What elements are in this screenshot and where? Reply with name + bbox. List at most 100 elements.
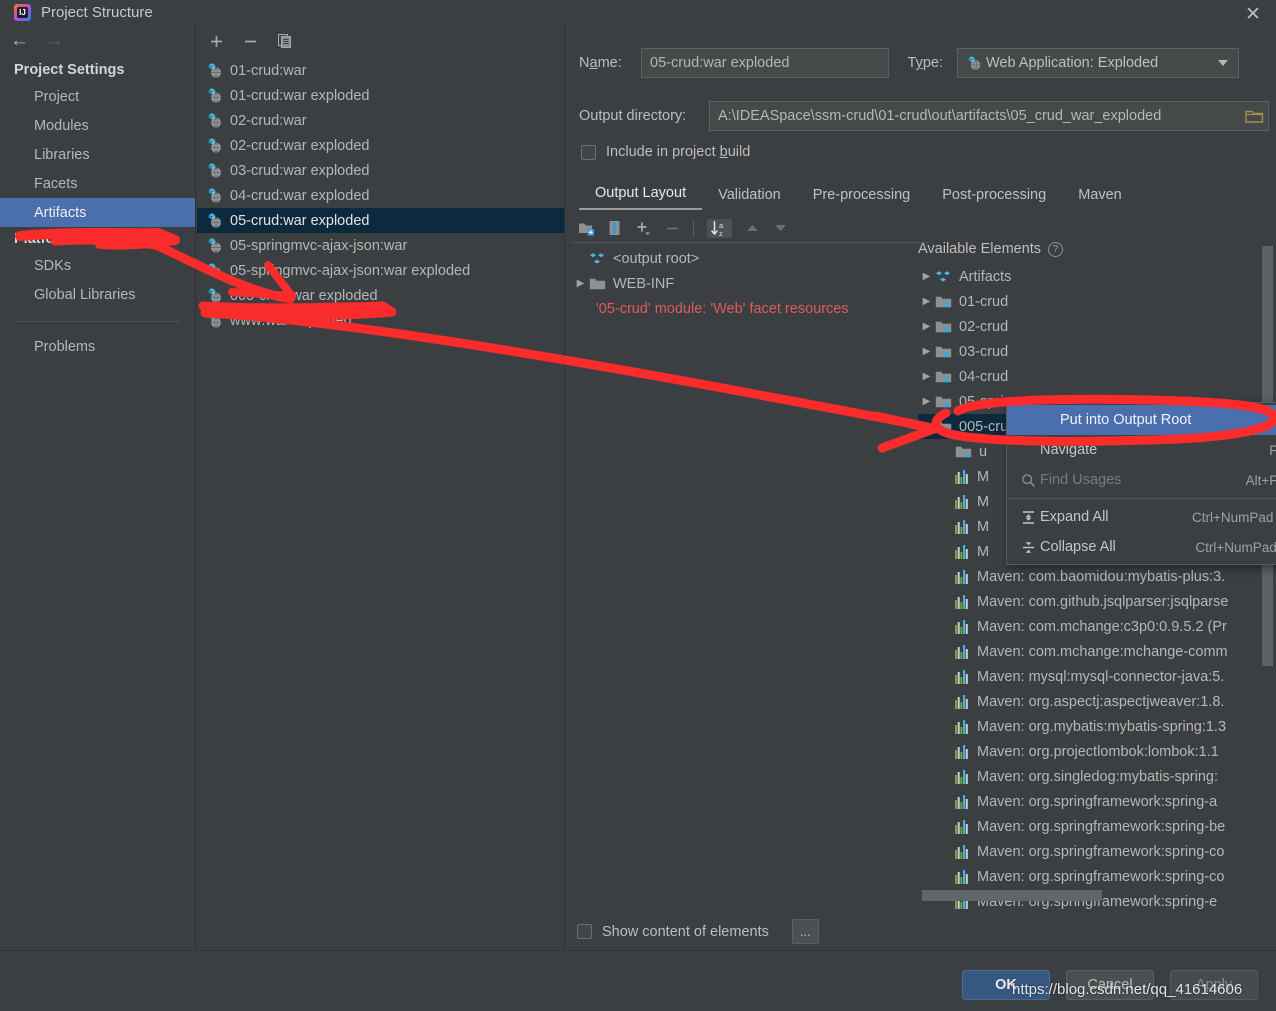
artifact-list-item[interactable]: 01-crud:war exploded [197,83,564,108]
available-tree-row[interactable]: ▶ Maven: com.github.jsqlparser:jsqlparse [918,589,1276,614]
chevron-right-icon[interactable]: ▶ [572,278,589,289]
sidebar-item-project[interactable]: Project [0,82,195,111]
artifact-list-item[interactable]: 05-springmvc-ajax-json:war [197,233,564,258]
move-up-icon[interactable] [745,222,760,234]
artifact-list-item[interactable]: 04-crud:war exploded [197,183,564,208]
artifacts-list[interactable]: 01-crud:war 01-crud:war exploded 02-crud:w… [197,58,564,333]
available-tree-row[interactable]: ▶ Maven: com.mchange:mchange-comm [918,639,1276,664]
chevron-right-icon[interactable]: ▶ [918,371,935,382]
output-tree-row[interactable]: ▶ '05-crud' module: 'Web' facet resources [572,296,928,321]
menu-item-expand-all[interactable]: Expand All Ctrl+NumPad + [1007,502,1276,532]
available-tree-row[interactable]: ▶ Maven: org.springframework:spring-co [918,864,1276,889]
artifact-list-item[interactable]: 005-crud:war exploded [197,283,564,308]
chevron-right-icon[interactable]: ▶ [918,271,935,282]
minus-icon[interactable] [243,34,258,49]
arrow-left-icon[interactable]: ← [10,30,29,52]
chevron-right-icon[interactable]: ▶ [918,396,935,407]
chevron-right-icon[interactable]: ▶ [918,346,935,357]
sidebar-item-modules[interactable]: Modules [0,111,195,140]
sidebar-item-sdks[interactable]: SDKs [0,251,195,280]
menu-item-label: Collapse All [1040,539,1116,555]
available-tree-row[interactable]: ▶ Maven: org.aspectj:aspectjweaver:1.8. [918,689,1276,714]
maven-icon [955,744,970,759]
available-tree-row[interactable]: ▶ Maven: org.projectlombok:lombok:1.1 [918,739,1276,764]
help-circle-icon[interactable]: ? [1048,241,1064,257]
more-options-button[interactable]: ... [791,919,819,944]
artifact-label: 05-crud:war exploded [230,212,370,229]
available-tree-row[interactable]: ▶ 01-crud [918,289,1276,314]
web-application-icon [206,237,223,254]
output-directory-input[interactable]: A:\IDEASpace\ssm-crud\01-crud\out\artifa… [709,101,1269,131]
tab-maven[interactable]: Maven [1062,183,1138,210]
artifact-list-item[interactable]: 05-crud:war exploded [197,208,564,233]
add-copy-icon[interactable] [635,220,652,236]
maven-icon [955,544,970,559]
detail-tabs[interactable]: Output Layout Validation Pre-processing Pos… [579,178,1276,210]
available-tree-row[interactable]: ▶ Maven: mysql:mysql-connector-java:5. [918,664,1276,689]
plus-icon[interactable] [209,34,224,49]
sidebar-item-artifacts[interactable]: Artifacts [0,198,195,227]
available-tree-row[interactable]: ▶ Maven: com.baomidou:mybatis-plus:3. [918,564,1276,589]
available-tree-row[interactable]: ▶ 04-crud [918,364,1276,389]
available-tree-row[interactable]: ▶ Maven: org.springframework:spring-a [918,789,1276,814]
include-in-build-checkbox[interactable] [581,144,596,160]
tab-pre-processing[interactable]: Pre-processing [797,183,927,210]
artifact-list-item[interactable]: www:war exploded [197,308,564,333]
sidebar-item-libraries[interactable]: Libraries [0,140,195,169]
include-in-build-row[interactable]: Include in project build [581,144,750,160]
chevron-right-icon[interactable]: ▶ [918,321,935,332]
output-tree-row[interactable]: ▶ <output root> [572,246,928,271]
menu-item-put-into-output-root[interactable]: Put into Output Root [1007,405,1276,435]
chevron-right-icon[interactable]: ▶ [918,296,935,307]
show-content-label: Show content of elements [602,923,769,940]
available-tree-row[interactable]: ▶ 02-crud [918,314,1276,339]
available-tree-row[interactable]: ▶ Maven: org.springframework:spring-be [918,814,1276,839]
available-tree-row[interactable]: ▶ Maven: org.singledog:mybatis-spring: [918,764,1276,789]
show-content-row[interactable]: Show content of elements ... [577,919,819,944]
tree-spacer: ▶ [572,253,589,264]
tab-validation[interactable]: Validation [702,183,797,210]
menu-item-find-usages[interactable]: Find Usages Alt+F7 [1007,465,1276,495]
available-tree-row[interactable]: ▶ Artifacts [918,264,1276,289]
artifact-list-item[interactable]: 05-springmvc-ajax-json:war exploded [197,258,564,283]
folder-icon [589,277,606,291]
tab-output-layout[interactable]: Output Layout [579,181,703,210]
sidebar-item-label: Artifacts [34,204,87,221]
available-elements-tree[interactable]: ▶ Artifacts ▶ 01-crud ▶ 02-crud ▶ 03-crud ▶ 04-cr… [918,264,1276,919]
copy-icon[interactable] [277,33,293,49]
tree-spacer: ▶ [938,796,955,807]
menu-separator [1008,498,1276,499]
menu-item-collapse-all[interactable]: Collapse All Ctrl+NumPad - [1007,532,1276,562]
artifact-list-item[interactable]: 01-crud:war [197,58,564,83]
available-tree-label: u [979,443,988,460]
tab-post-processing[interactable]: Post-processing [926,183,1062,210]
available-tree-row[interactable]: ▶ Maven: org.springframework:spring-co [918,839,1276,864]
sort-az-icon[interactable]: a z [707,218,732,238]
remove-icon[interactable] [665,221,680,236]
type-select[interactable]: Web Application: Exploded [957,48,1239,78]
sidebar-item-problems[interactable]: Problems [0,332,195,361]
context-menu[interactable]: Put into Output Root Navigate F4 Find Usage… [1006,402,1276,565]
move-down-icon[interactable] [773,222,788,234]
menu-item-navigate[interactable]: Navigate F4 [1007,435,1276,465]
available-tree-row[interactable]: ▶ Maven: com.mchange:c3p0:0.9.5.2 (Pr [918,614,1276,639]
sidebar-item-global-libraries[interactable]: Global Libraries [0,280,195,309]
sidebar-item-facets[interactable]: Facets [0,169,195,198]
artifact-list-item[interactable]: 03-crud:war exploded [197,158,564,183]
output-tree-row[interactable]: ▶ WEB-INF [572,271,928,296]
chevron-down-icon[interactable]: ▼ [918,421,935,432]
add-directory-icon[interactable] [578,221,595,236]
name-input[interactable]: 05-crud:war exploded [641,48,889,78]
artifact-list-item[interactable]: 02-crud:war exploded [197,133,564,158]
available-elements-horizontal-scrollbar[interactable] [922,890,1102,901]
show-content-checkbox[interactable] [577,924,592,939]
available-tree-row[interactable]: ▶ Maven: org.mybatis:mybatis-spring:1.3 [918,714,1276,739]
available-tree-row[interactable]: ▶ 03-crud [918,339,1276,364]
artifact-list-item[interactable]: 02-crud:war [197,108,564,133]
web-application-icon [206,87,223,104]
output-layout-tree[interactable]: ▶ <output root> ▶ WEB-INF ▶ '05-crud' module:… [572,246,928,321]
web-application-icon [206,112,223,129]
folder-browse-icon[interactable] [1241,102,1267,130]
add-archive-icon[interactable] [608,220,622,236]
arrow-right-icon[interactable]: → [45,30,64,52]
